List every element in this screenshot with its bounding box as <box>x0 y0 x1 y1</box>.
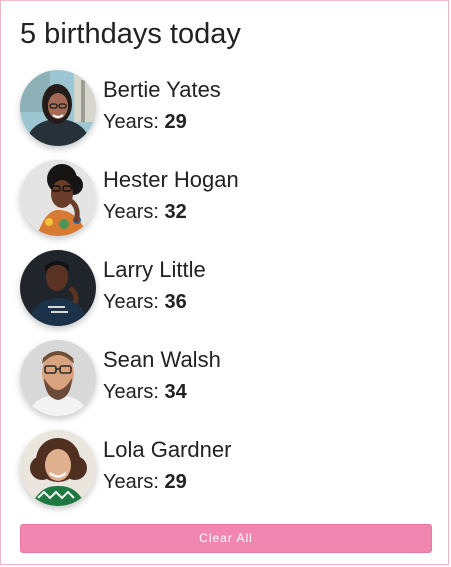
person-name: Sean Walsh <box>103 347 221 372</box>
birthday-person-lola-gardner: Lola Gardner Years: 29 <box>20 430 420 508</box>
years-label: Years: <box>103 471 159 493</box>
person-name: Larry Little <box>103 257 206 282</box>
age-value: 32 <box>164 201 187 223</box>
clear-all-button[interactable]: Clear All <box>20 524 432 553</box>
man-dark-background-avatar <box>20 250 96 326</box>
years-label: Years: <box>103 201 159 223</box>
person-years: Years: 36 <box>103 290 187 314</box>
woman-curly-hair-avatar <box>20 160 96 236</box>
years-label: Years: <box>103 291 159 313</box>
avatar <box>20 250 96 326</box>
birthday-person-hester-hogan: Hester Hogan Years: 32 <box>20 160 420 238</box>
avatar <box>20 70 96 146</box>
avatar <box>20 340 96 416</box>
years-label: Years: <box>103 381 159 403</box>
person-name: Hester Hogan <box>103 167 239 192</box>
age-value: 36 <box>164 291 187 313</box>
years-label: Years: <box>103 111 159 133</box>
person-years: Years: 29 <box>103 110 187 134</box>
woman-smiling-curly-avatar <box>20 430 96 506</box>
page-title: 5 birthdays today <box>20 18 241 50</box>
age-value: 29 <box>164 111 187 133</box>
age-value: 29 <box>164 471 187 493</box>
person-name: Bertie Yates <box>103 77 221 102</box>
person-years: Years: 34 <box>103 380 187 404</box>
woman-glasses-city-avatar <box>20 70 96 146</box>
person-years: Years: 32 <box>103 200 187 224</box>
person-years: Years: 29 <box>103 470 187 494</box>
birthday-person-larry-little: Larry Little Years: 36 <box>20 250 420 328</box>
birthday-person-sean-walsh: Sean Walsh Years: 34 <box>20 340 420 418</box>
avatar <box>20 430 96 506</box>
person-name: Lola Gardner <box>103 437 232 462</box>
birthday-card: 5 birthdays today Bertie Yates Years: 29 <box>0 0 449 565</box>
birthday-person-bertie-yates: Bertie Yates Years: 29 <box>20 70 420 148</box>
age-value: 34 <box>164 381 187 403</box>
man-beard-glasses-avatar <box>20 340 96 416</box>
avatar <box>20 160 96 236</box>
